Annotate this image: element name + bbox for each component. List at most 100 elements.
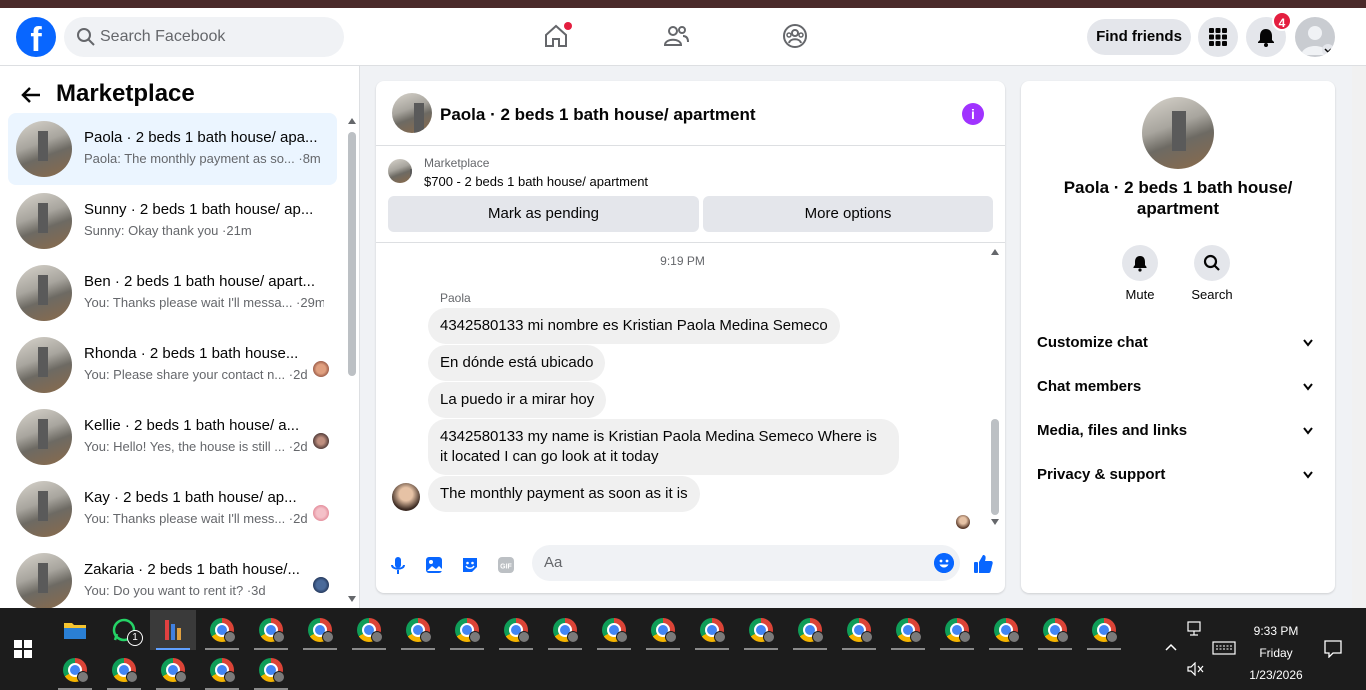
media-files-links-section[interactable]: Media, files and links (1037, 413, 1319, 449)
conversation-snippet: You: Thanks please wait I'll mess... ·2d (84, 511, 308, 526)
thumbs-up-icon[interactable] (972, 553, 994, 575)
taskbar-chrome[interactable] (787, 610, 833, 650)
scroll-up-arrow-icon[interactable] (348, 118, 356, 124)
conversation-item[interactable]: Kay · 2 beds 1 bath house/ ap... You: Th… (8, 473, 337, 545)
privacy-support-section[interactable]: Privacy & support (1037, 457, 1319, 493)
notification-center-icon[interactable] (1324, 640, 1342, 658)
taskbar-chrome[interactable] (983, 610, 1029, 650)
chat-title[interactable]: Paola · 2 beds 1 bath house/ apartment (440, 105, 756, 125)
emoji-icon[interactable] (934, 553, 954, 573)
chat-members-section[interactable]: Chat members (1037, 369, 1319, 405)
search-placeholder: Search Facebook (100, 28, 226, 45)
taskbar-chrome[interactable] (199, 610, 245, 650)
message-bubble[interactable]: En dónde está ubicado (428, 345, 606, 381)
taskbar-chrome[interactable] (444, 610, 490, 650)
listing-thumbnail (16, 337, 72, 393)
taskbar-chrome[interactable] (150, 650, 196, 690)
microphone-icon[interactable] (388, 555, 408, 575)
taskbar-chrome[interactable] (542, 610, 588, 650)
chat-avatar[interactable] (392, 93, 432, 133)
message-bubble[interactable]: La puedo ir a mirar hoy (428, 382, 607, 418)
listing-thumbnail (16, 193, 72, 249)
conversation-snippet: You: Do you want to rent it? ·3d (84, 583, 266, 598)
taskbar-whatsapp[interactable]: 1 (101, 610, 147, 650)
conversation-item[interactable]: Paola · 2 beds 1 bath house/ apa... Paol… (8, 113, 337, 185)
message-input[interactable]: Aa (532, 545, 960, 581)
taskbar-chrome[interactable] (1032, 610, 1078, 650)
conversation-item[interactable]: Sunny · 2 beds 1 bath house/ ap... Sunny… (8, 185, 337, 257)
find-friends-button[interactable]: Find friends (1087, 19, 1191, 55)
menu-button[interactable] (1198, 17, 1238, 57)
conversation-item[interactable]: Rhonda · 2 beds 1 bath house... You: Ple… (8, 329, 337, 401)
search-in-chat-button[interactable]: Search (1182, 245, 1242, 302)
speaker-muted-icon[interactable] (1187, 662, 1205, 676)
scroll-down-arrow-icon[interactable] (991, 519, 999, 525)
taskbar-chrome[interactable] (1081, 610, 1127, 650)
groups-icon[interactable] (781, 22, 809, 50)
info-icon[interactable]: i (962, 103, 984, 125)
chevron-up-icon[interactable] (1165, 643, 1177, 651)
taskbar-chrome[interactable] (689, 610, 735, 650)
taskbar-file-explorer[interactable] (52, 610, 98, 650)
search-input[interactable]: Search Facebook (64, 17, 344, 57)
running-indicator (695, 648, 729, 650)
network-icon[interactable] (1187, 621, 1205, 637)
facebook-logo-icon[interactable]: f (16, 17, 56, 57)
scroll-down-arrow-icon[interactable] (348, 596, 356, 602)
taskbar-chrome[interactable] (738, 610, 784, 650)
profile-icon (518, 631, 530, 643)
message-bubble[interactable]: 4342580133 mi nombre es Kristian Paola M… (428, 308, 840, 344)
scroll-up-arrow-icon[interactable] (991, 249, 999, 255)
taskbar-chrome[interactable] (248, 650, 294, 690)
conversation-item[interactable]: Kellie · 2 beds 1 bath house/ a... You: … (8, 401, 337, 473)
scrollbar-thumb[interactable] (348, 132, 356, 376)
taskbar-chrome[interactable] (395, 610, 441, 650)
conversation-item[interactable]: Zakaria · 2 beds 1 bath house/... You: D… (8, 545, 337, 617)
taskbar-chrome[interactable] (885, 610, 931, 650)
account-avatar[interactable] (1295, 17, 1335, 57)
system-clock[interactable]: 9:33 PM Friday 1/23/2026 (1240, 620, 1312, 686)
profile-icon (1057, 631, 1069, 643)
taskbar-chrome[interactable] (101, 650, 147, 690)
taskbar-chrome[interactable] (297, 610, 343, 650)
chevron-down-icon (1303, 383, 1313, 391)
listing-thumbnail (16, 553, 72, 609)
running-indicator (1038, 648, 1072, 650)
customize-chat-section[interactable]: Customize chat (1037, 325, 1319, 361)
listing-avatar[interactable] (1142, 97, 1214, 169)
taskbar-chrome[interactable] (591, 610, 637, 650)
taskbar-chrome[interactable] (836, 610, 882, 650)
gif-icon[interactable]: GIF (496, 555, 516, 575)
scrollbar-thumb[interactable] (991, 419, 999, 515)
listing-title[interactable]: $700 - 2 beds 1 bath house/ apartment (424, 174, 648, 189)
friends-icon[interactable] (662, 22, 690, 50)
keyboard-icon[interactable] (1212, 641, 1236, 655)
taskbar-chrome[interactable] (346, 610, 392, 650)
back-arrow-icon[interactable] (20, 84, 42, 106)
listing-thumbnail (388, 159, 412, 183)
mute-button[interactable]: Mute (1110, 245, 1170, 302)
windows-start-icon[interactable] (14, 640, 32, 658)
chat-scrollbar[interactable] (988, 243, 1002, 533)
taskbar-chrome[interactable] (52, 650, 98, 690)
message-bubble[interactable]: 4342580133 my name is Kristian Paola Med… (428, 419, 899, 475)
page-scrollbar[interactable] (1352, 66, 1366, 608)
taskbar-chrome[interactable] (199, 650, 245, 690)
sticker-icon[interactable] (460, 555, 480, 575)
taskbar-chrome[interactable] (248, 610, 294, 650)
taskbar-chrome[interactable] (934, 610, 980, 650)
taskbar-active-app[interactable] (150, 610, 196, 650)
taskbar-chrome[interactable] (640, 610, 686, 650)
message-bubble[interactable]: The monthly payment as soon as it is (428, 476, 700, 512)
taskbar-chrome[interactable] (493, 610, 539, 650)
conversation-title: Paola · 2 beds 1 bath house/ apartment (1063, 178, 1293, 218)
mark-as-pending-button[interactable]: Mark as pending (388, 196, 699, 232)
conversation-item[interactable]: Ben · 2 beds 1 bath house/ apart... You:… (8, 257, 337, 329)
running-indicator (401, 648, 435, 650)
more-options-button[interactable]: More options (703, 196, 993, 232)
whatsapp-badge: 1 (127, 630, 143, 646)
conversation-list-scrollbar[interactable] (346, 116, 358, 606)
profile-icon (126, 671, 138, 683)
photo-icon[interactable] (424, 555, 444, 575)
conversation-name: Sunny · 2 beds 1 bath house/ ap... (84, 201, 314, 218)
